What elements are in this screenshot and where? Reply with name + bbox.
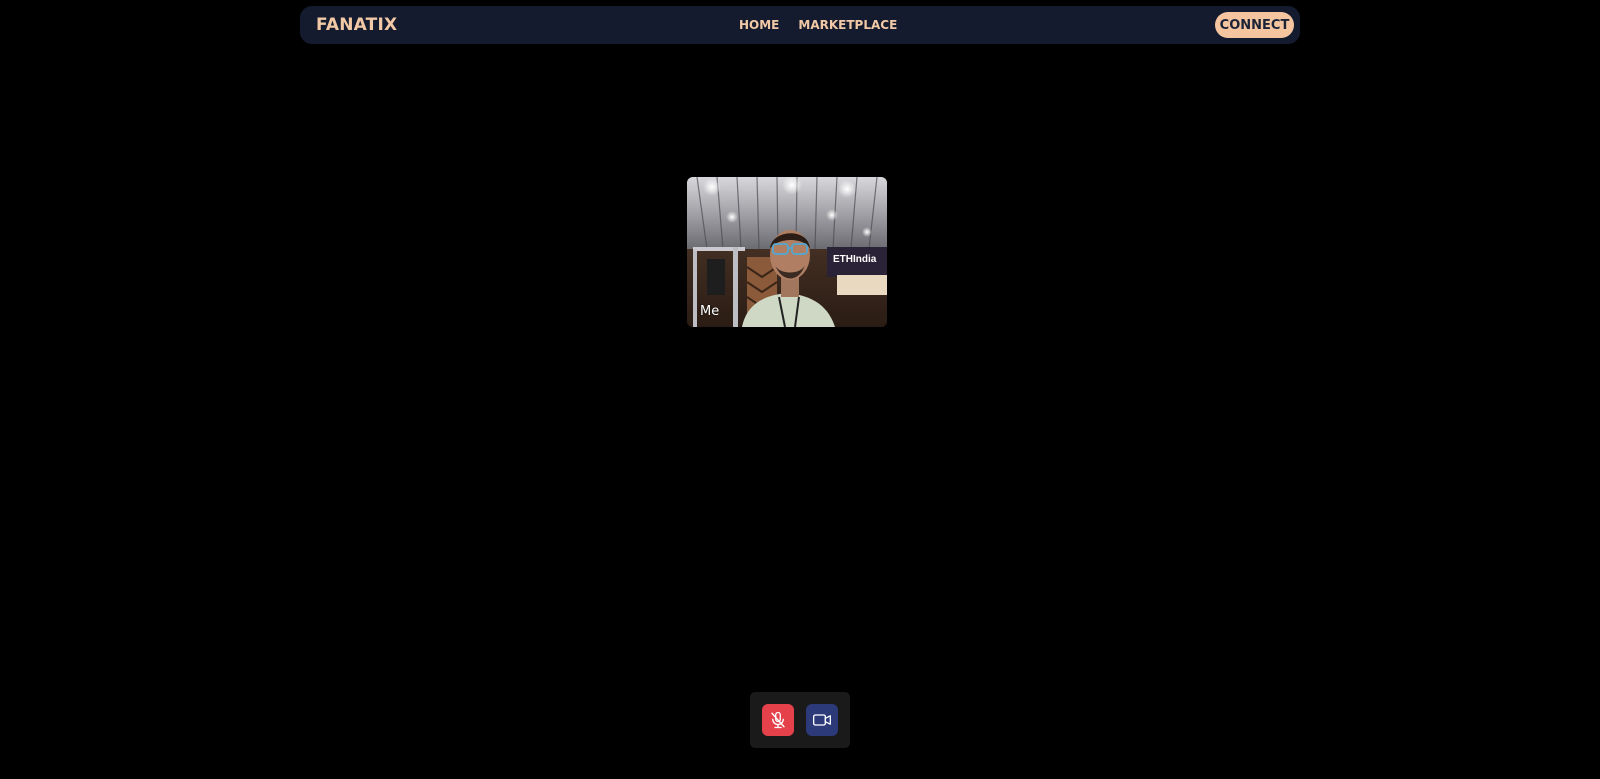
self-video-tile: ETHIndia Me [687,177,887,327]
mute-mic-button[interactable] [762,704,794,736]
toggle-camera-button[interactable] [806,704,838,736]
nav-links: HOME MARKETPLACE [739,6,897,44]
backdrop-sign: ETHIndia [833,254,877,265]
brand-logo[interactable]: FANATIX [316,6,397,44]
nav-marketplace-link[interactable]: MARKETPLACE [798,18,897,32]
call-controls [750,692,850,748]
video-camera-icon [813,714,831,726]
nav-home-link[interactable]: HOME [739,18,779,32]
mic-off-icon [771,711,785,729]
connect-button[interactable]: CONNECT [1215,12,1294,38]
top-navbar: FANATIX HOME MARKETPLACE CONNECT [300,6,1300,44]
participant-label: Me [700,304,720,319]
